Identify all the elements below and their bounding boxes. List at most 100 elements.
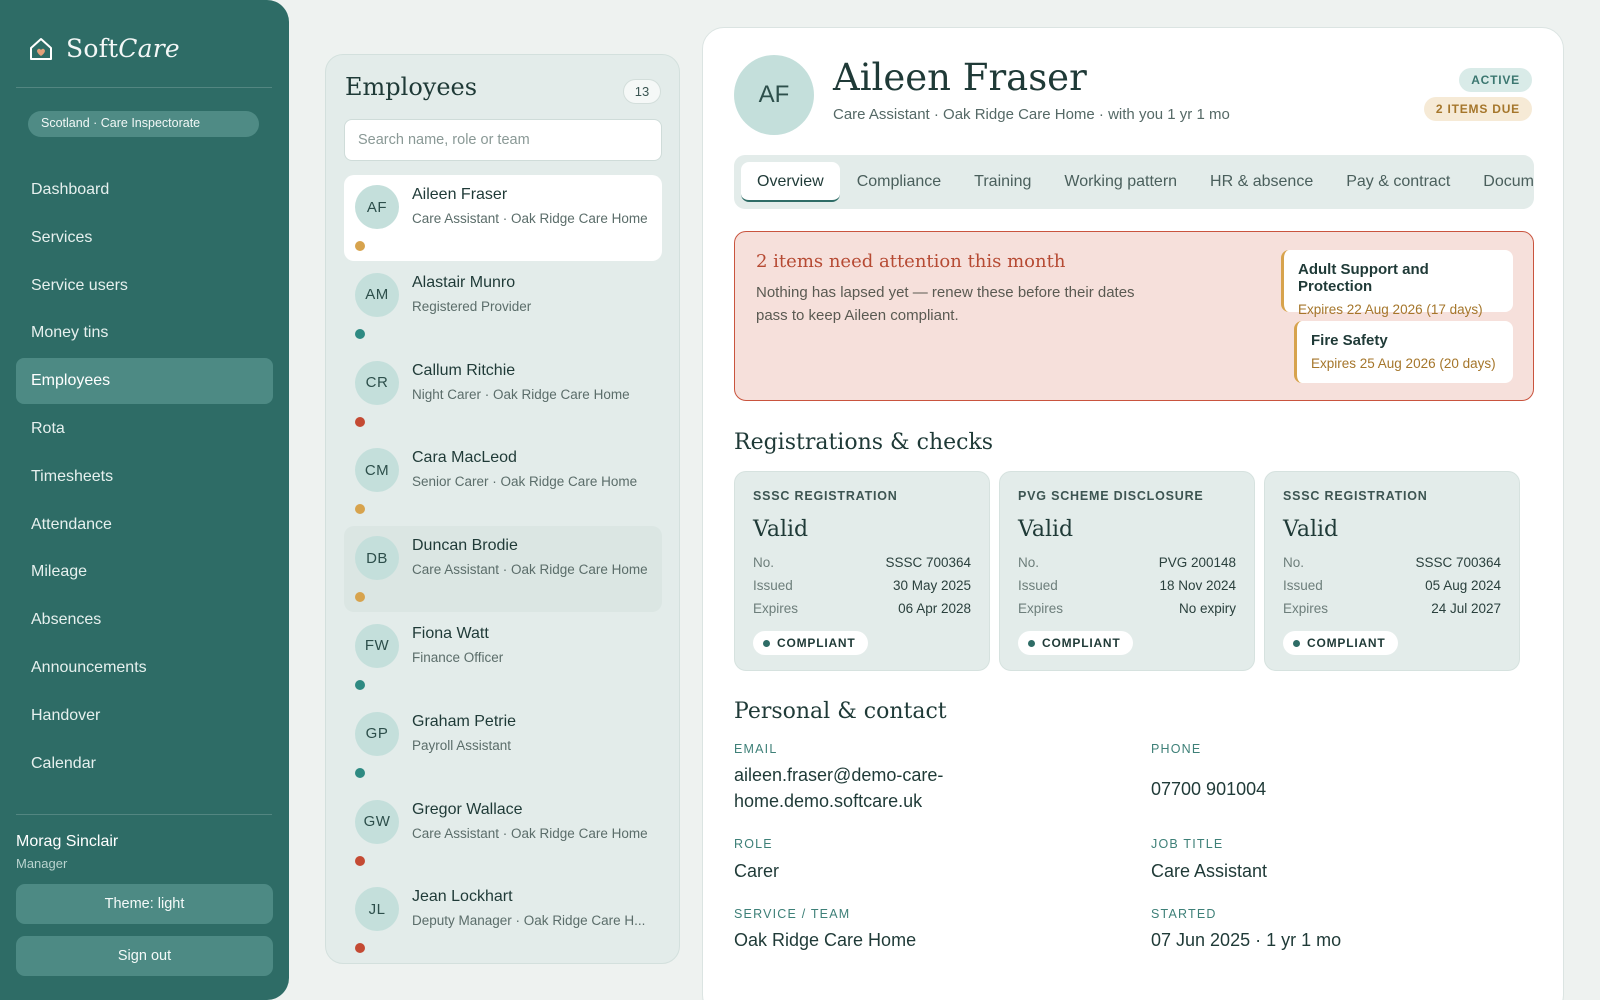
employee-role: Deputy Manager · Oak Ridge Care H...: [412, 913, 646, 929]
due-item-card[interactable]: Fire Safety Expires 25 Aug 2026 (20 days…: [1294, 321, 1513, 383]
no-label: No.: [1283, 555, 1305, 570]
tab-hr-absence[interactable]: HR & absence: [1194, 162, 1329, 202]
sidebar-item-label: Handover: [31, 706, 101, 724]
issued-label: Issued: [753, 578, 793, 593]
list-item[interactable]: CR Callum Ritchie Night Carer · Oak Ridge …: [344, 351, 662, 437]
tab-documents[interactable]: Documents: [1467, 162, 1534, 202]
sidebar-item-label: Dashboard: [31, 181, 110, 198]
email-value[interactable]: aileen.fraser@demo-care-home.demo.softca…: [734, 762, 994, 814]
sidebar-item-calendar[interactable]: Calendar: [16, 741, 273, 787]
sidebar-item-employees[interactable]: Employees: [16, 358, 273, 405]
employee-detail-card: AF Aileen Fraser Care Assistant · Oak Ri…: [702, 27, 1564, 1000]
role-value: Carer: [734, 861, 780, 881]
tab-working-pattern[interactable]: Working pattern: [1048, 162, 1193, 202]
sidebar-item-money-tins[interactable]: Money tins: [16, 310, 273, 356]
sidebar-item-label: Announcements: [31, 658, 147, 676]
avatar: AF: [734, 55, 814, 135]
employee-role: Registered Provider: [412, 298, 532, 314]
profile-tabs: Overview Compliance Training Working patter…: [734, 155, 1534, 209]
list-item[interactable]: GW Gregor Wallace Care Assistant · Oak Rid…: [344, 790, 662, 876]
sidebar-item-dashboard[interactable]: Dashboard: [16, 167, 273, 213]
employee-role: Finance Officer: [412, 649, 504, 665]
avatar: DB: [355, 536, 399, 581]
sidebar-item-absences[interactable]: Absences: [16, 597, 273, 643]
sidebar-item-timesheets[interactable]: Timesheets: [16, 454, 273, 500]
sidebar-item-rota[interactable]: Rota: [16, 406, 273, 452]
phone-value[interactable]: 07700 901004: [1151, 776, 1266, 802]
badge-label: COMPLIANT: [1307, 636, 1386, 650]
sidebar-item-handover[interactable]: Handover: [16, 693, 273, 739]
sidebar-item-label: Services: [31, 228, 93, 246]
employee-name: Cara MacLeod: [412, 449, 517, 467]
issued-label: Issued: [1283, 578, 1323, 593]
due-item-card[interactable]: Adult Support and Protection Expires 22 …: [1281, 250, 1513, 317]
sidebar-item-service-users[interactable]: Service users: [16, 263, 273, 309]
divider: [16, 814, 272, 815]
sidebar-item-services[interactable]: Services: [16, 215, 273, 261]
status-dot: [355, 241, 365, 251]
due-item-title: Adult Support and Protection: [1298, 261, 1429, 295]
tab-training[interactable]: Training: [958, 162, 1047, 202]
list-item[interactable]: DB Duncan Brodie Care Assistant · Oak Ridg…: [344, 526, 662, 613]
tab-pay-contract[interactable]: Pay & contract: [1330, 162, 1466, 202]
employee-name: Jean Lockhart: [412, 888, 513, 906]
sidebar-nav: Dashboard Services Service users Money tins…: [16, 167, 273, 788]
list-item[interactable]: FW Fiona Watt Finance Officer: [344, 614, 662, 700]
no-value: SSSC 700364: [885, 555, 971, 570]
list-item[interactable]: AM Alastair Munro Registered Provider: [344, 263, 662, 349]
expires-label: Expires: [753, 601, 799, 616]
list-item[interactable]: CM Cara MacLeod Senior Carer · Oak Ridge C…: [344, 438, 662, 524]
status-badge: ACTIVE: [1459, 68, 1532, 92]
list-item[interactable]: AF Aileen Fraser Care Assistant · Oak Ridg…: [344, 175, 662, 261]
detail-row-issued: Issued 18 Nov 2024: [1018, 578, 1236, 593]
alert-title: 2 items need attention this month: [756, 251, 1066, 272]
avatar: AF: [355, 185, 399, 229]
sidebar-item-attendance[interactable]: Attendance: [16, 502, 273, 548]
registration-card[interactable]: PVG SCHEME DISCLOSURE Valid No. PVG 200148 I…: [999, 471, 1255, 671]
detail-row-no: No. PVG 200148: [1018, 555, 1236, 570]
registration-card[interactable]: SSSC REGISTRATION Valid No. SSSC 700364 Issu…: [734, 471, 990, 671]
employee-name: Duncan Brodie: [412, 537, 518, 555]
due-item-expiry: Expires 22 Aug 2026 (17 days): [1298, 302, 1483, 317]
user-role: Manager: [16, 856, 68, 871]
home-heart-icon: [30, 37, 52, 60]
check-type: SSSC REGISTRATION: [753, 489, 898, 503]
status-dot: [355, 767, 365, 778]
expires-label: Expires: [1018, 601, 1064, 616]
check-type: PVG SCHEME DISCLOSURE: [1018, 489, 1204, 503]
employee-name: Callum Ritchie: [412, 361, 516, 379]
sign-out-button[interactable]: Sign out: [16, 936, 273, 976]
avatar: JL: [355, 887, 399, 932]
issued-value: 18 Nov 2024: [1159, 578, 1236, 593]
employee-list: AF Aileen Fraser Care Assistant · Oak Ridg…: [344, 175, 662, 963]
avatar: CR: [355, 360, 399, 405]
region-badge: Scotland · Care Inspectorate: [28, 111, 259, 137]
tab-compliance[interactable]: Compliance: [841, 162, 957, 202]
employee-name: Gregor Wallace: [412, 800, 523, 818]
brand-logo[interactable]: SoftCare: [28, 34, 180, 63]
issued-value: 30 May 2025: [892, 578, 971, 593]
detail-row-issued: Issued 30 May 2025: [753, 578, 971, 593]
due-item-title: Fire Safety: [1311, 332, 1388, 349]
sidebar-item-mileage[interactable]: Mileage: [16, 549, 273, 595]
sidebar-item-announcements[interactable]: Announcements: [16, 645, 273, 691]
search-input[interactable]: [344, 119, 662, 161]
avatar: GP: [355, 711, 399, 756]
theme-toggle-button[interactable]: Theme: light: [16, 884, 273, 924]
employee-role: Care Assistant · Oak Ridge Care Home: [412, 211, 648, 226]
employee-name: Alastair Munro: [412, 273, 516, 291]
sidebar-item-label: Employees: [31, 372, 111, 390]
started-value: 07 Jun 2025 · 1 yr 1 mo: [1151, 930, 1342, 950]
registration-card[interactable]: SSSC REGISTRATION Valid No. SSSC 700364 Issu…: [1264, 471, 1520, 671]
items-due-badge[interactable]: 2 ITEMS DUE: [1423, 97, 1532, 121]
detail-row-expires: Expires 06 Apr 2028: [753, 601, 971, 616]
avatar: CM: [355, 448, 399, 493]
sidebar-item-label: Calendar: [31, 754, 96, 772]
tab-overview[interactable]: Overview: [741, 162, 840, 202]
detail-row-no: No. SSSC 700364: [1283, 555, 1501, 570]
list-item[interactable]: JL Jean Lockhart Deputy Manager · Oak Ridg…: [344, 877, 662, 963]
list-item[interactable]: GP Graham Petrie Payroll Assistant: [344, 702, 662, 788]
employee-role: Care Assistant · Oak Ridge Care Home: [412, 562, 648, 578]
employee-subtitle: Care Assistant · Oak Ridge Care Home · w…: [833, 106, 1230, 123]
started-label: STARTED: [1151, 907, 1217, 921]
